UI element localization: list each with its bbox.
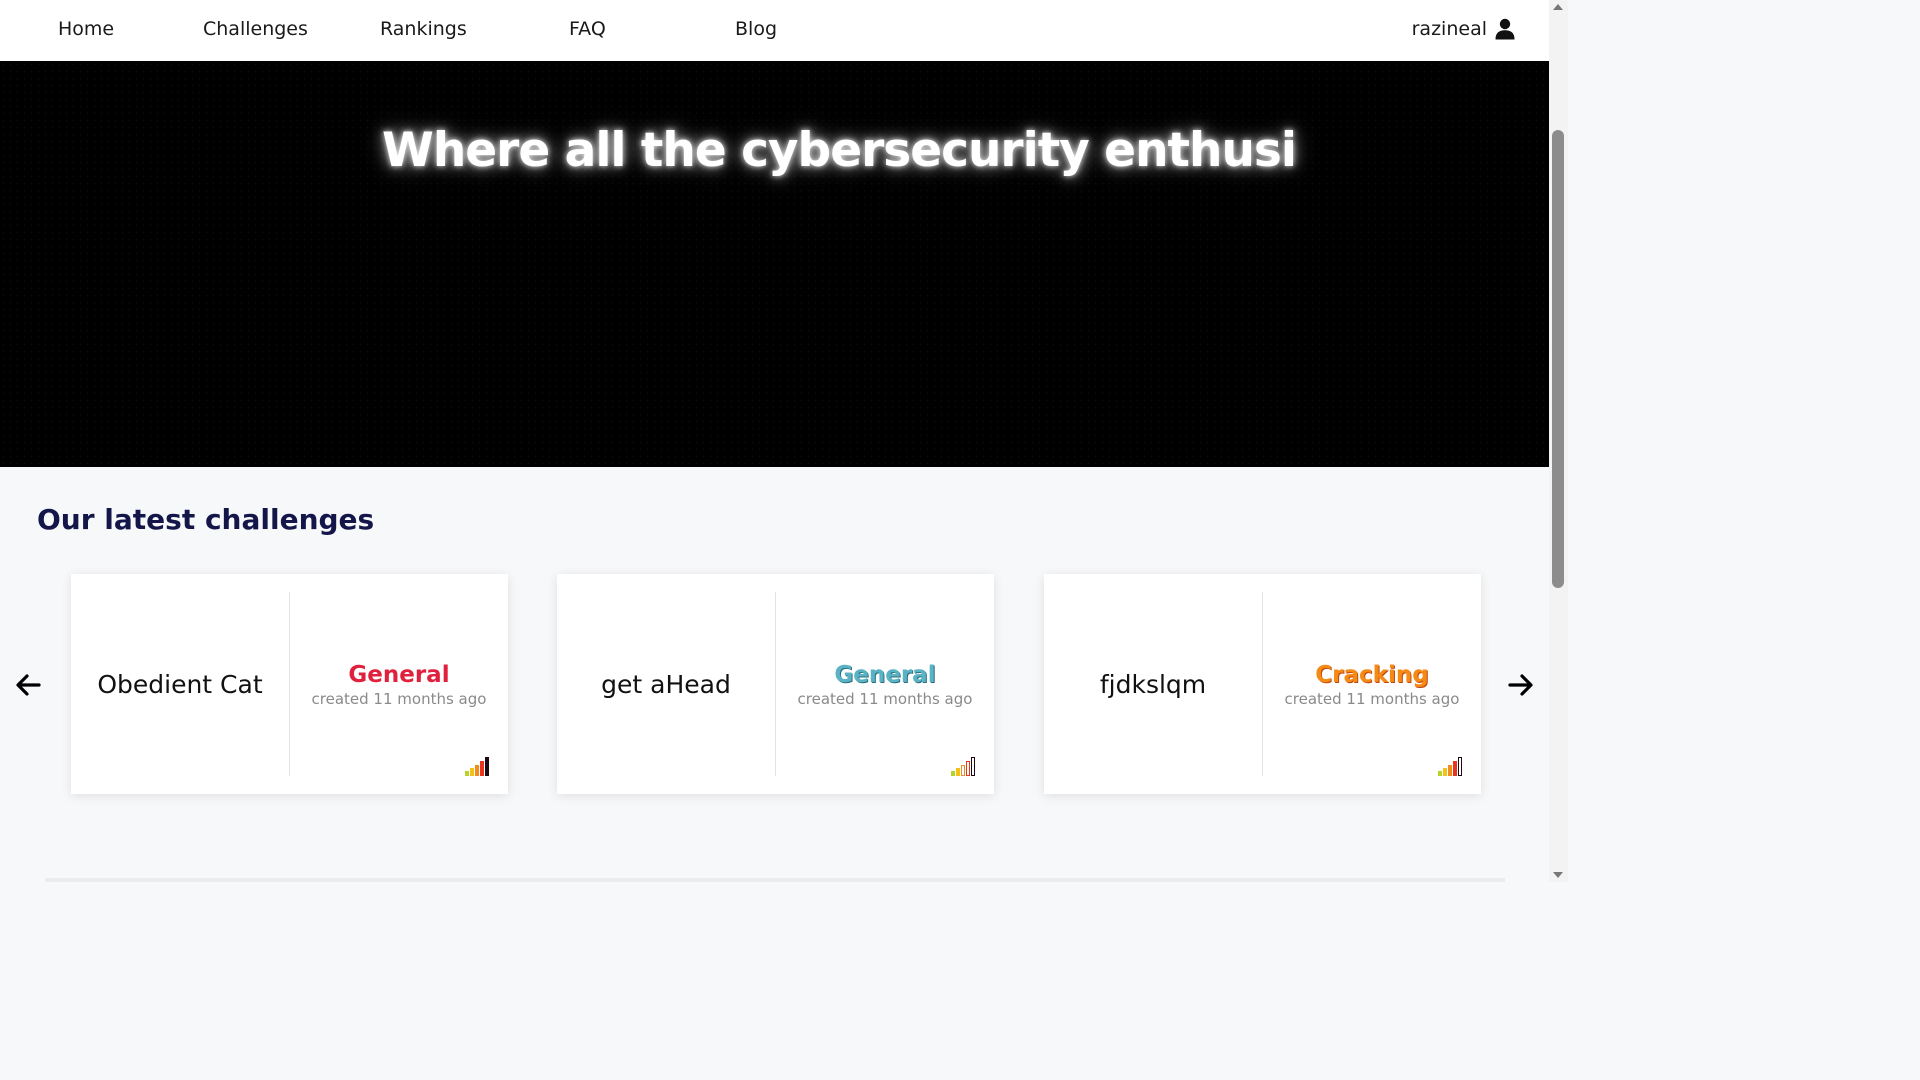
scroll-down-icon[interactable] [1553, 872, 1563, 878]
challenge-created: created 11 months ago [311, 690, 487, 708]
challenge-name-cell: fjdkslqm [1044, 574, 1262, 794]
arrow-right-icon[interactable] [1506, 670, 1536, 700]
challenge-card[interactable]: Obedient Cat General created 11 months a… [71, 574, 508, 794]
challenge-info: General created 11 months ago [776, 574, 994, 794]
hero-title: Where all the cybersecurity enthusi [382, 123, 1297, 178]
challenge-card[interactable]: fjdkslqm Cracking created 11 months ago [1044, 574, 1481, 794]
difficulty-icon [1438, 757, 1462, 776]
challenge-name-cell: get aHead [557, 574, 775, 794]
user-icon [1495, 18, 1515, 40]
top-nav: Home Challenges Rankings FAQ Blog razine… [0, 0, 1549, 61]
difficulty-icon [951, 757, 975, 776]
scroll-up-icon[interactable] [1553, 4, 1563, 10]
challenge-card[interactable]: get aHead General created 11 months ago [557, 574, 994, 794]
next-section-edge [45, 878, 1505, 882]
challenge-category: General [834, 662, 936, 688]
challenge-created: created 11 months ago [797, 690, 973, 708]
arrow-left-icon[interactable] [13, 670, 43, 700]
challenge-category: General [348, 662, 450, 688]
challenge-info: General created 11 months ago [290, 574, 508, 794]
challenge-name-cell: Obedient Cat [71, 574, 289, 794]
section-title: Our latest challenges [37, 503, 375, 536]
scrollbar[interactable] [1549, 0, 1568, 882]
difficulty-icon [465, 757, 489, 776]
challenge-category: Cracking [1315, 662, 1429, 688]
user-menu[interactable]: razineal [1412, 18, 1515, 40]
challenge-info: Cracking created 11 months ago [1263, 574, 1481, 794]
challenge-name: Obedient Cat [97, 669, 263, 699]
nav-challenges[interactable]: Challenges [203, 18, 308, 40]
hero-banner: Where all the cybersecurity enthusi [0, 61, 1549, 467]
challenge-name: get aHead [601, 669, 731, 699]
nav-rankings[interactable]: Rankings [380, 18, 467, 40]
nav-faq[interactable]: FAQ [569, 18, 606, 40]
scroll-thumb[interactable] [1552, 130, 1564, 588]
challenge-created: created 11 months ago [1284, 690, 1460, 708]
nav-blog[interactable]: Blog [735, 18, 777, 40]
username: razineal [1411, 18, 1487, 40]
challenge-name: fjdkslqm [1099, 669, 1207, 699]
nav-home[interactable]: Home [58, 18, 114, 40]
